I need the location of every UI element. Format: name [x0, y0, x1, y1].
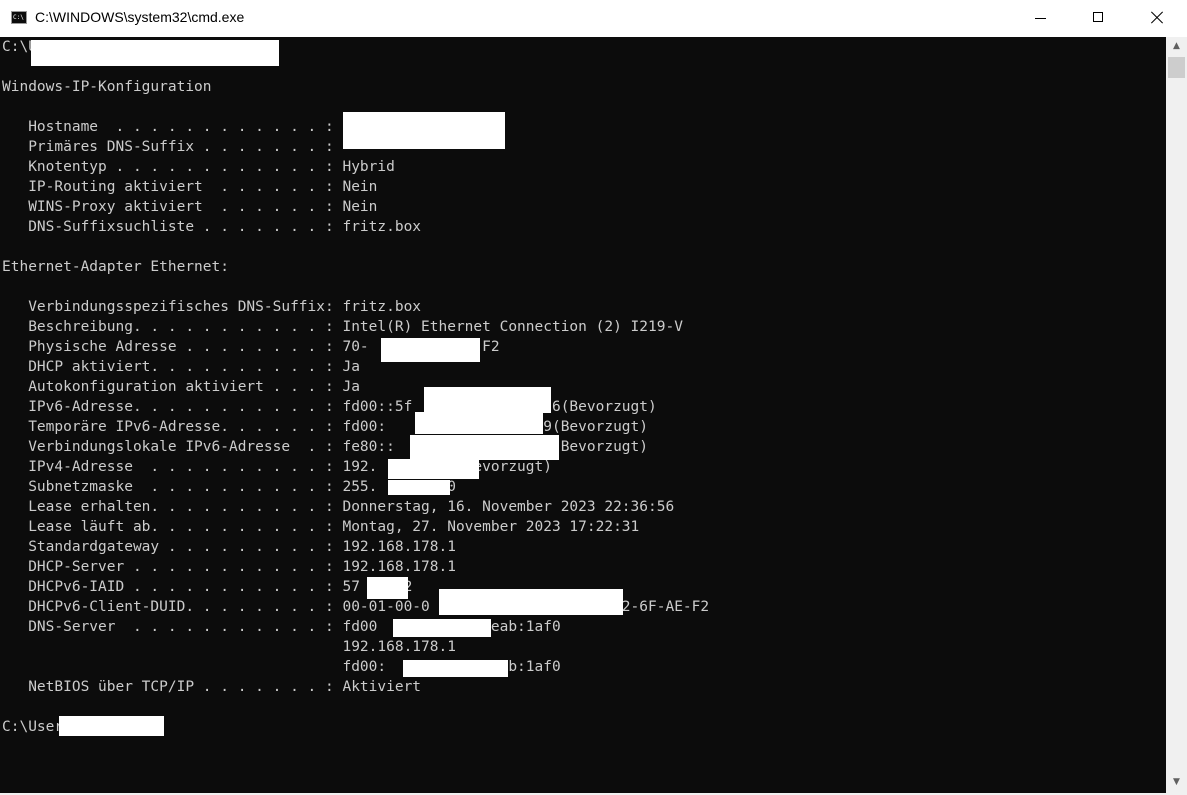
console-line: Hostname . . . . . . . . . . . . : [2, 119, 334, 135]
cmd-icon-glyph: C:\ [13, 14, 24, 21]
title-bar[interactable]: C:\ C:\WINDOWS\system32\cmd.exe [0, 0, 1187, 37]
maximize-icon [1093, 12, 1103, 22]
close-button[interactable] [1128, 0, 1186, 37]
redaction-box [403, 660, 508, 677]
console-output[interactable]: C:\U Windows-IP-Konfiguration Hostname .… [0, 37, 1166, 793]
cmd-app-icon[interactable]: C:\ [11, 11, 27, 24]
minimize-button[interactable] [1012, 0, 1070, 37]
redaction-box [31, 40, 279, 66]
console-line: Lease läuft ab. . . . . . . . . . : Mont… [2, 519, 640, 535]
redaction-box [415, 412, 543, 434]
console-line: C:\User [2, 719, 64, 735]
console-line: Lease erhalten. . . . . . . . . . : Donn… [2, 499, 675, 515]
console-line: Standardgateway . . . . . . . . . : 192.… [2, 539, 456, 555]
console-line: Verbindungsspezifisches DNS-Suffix: frit… [2, 299, 422, 315]
redaction-box [424, 387, 551, 413]
console-line: Beschreibung. . . . . . . . . . . : Inte… [2, 319, 683, 335]
console-line: Autokonfiguration aktiviert . . . : Ja [2, 379, 360, 395]
console-line: IPv6-Adresse. . . . . . . . . . . : fd00… [2, 399, 657, 415]
console-line: Temporäre IPv6-Adresse. . . . . . : fd00… [2, 419, 649, 435]
redaction-box [388, 480, 450, 495]
console-line: DHCPv6-IAID . . . . . . . . . . . : 57 2… [2, 579, 413, 595]
console-line: Windows-IP-Konfiguration [2, 79, 212, 95]
console-line: DHCP-Server . . . . . . . . . . . : 192.… [2, 559, 456, 575]
scrollbar-thumb[interactable] [1168, 57, 1185, 78]
minimize-icon [1035, 18, 1046, 19]
redaction-box [59, 716, 164, 736]
console-line: DNS-Suffixsuchliste . . . . . . . : frit… [2, 219, 422, 235]
cmd-window: C:\ C:\WINDOWS\system32\cmd.exe C:\U Win… [0, 0, 1187, 795]
redaction-box [410, 435, 559, 460]
redaction-box [381, 338, 480, 362]
redaction-box [367, 577, 408, 599]
vertical-scrollbar[interactable]: ▲ ▼ [1166, 37, 1187, 793]
scroll-up-icon[interactable]: ▲ [1166, 37, 1187, 55]
redaction-box [393, 619, 491, 637]
maximize-button[interactable] [1070, 0, 1128, 37]
redaction-box [343, 112, 505, 149]
console-line: Primäres DNS-Suffix . . . . . . . : [2, 139, 334, 155]
console-line: 192.168.178.1 [2, 639, 456, 655]
close-icon [1151, 12, 1163, 24]
console-line: DHCP aktiviert. . . . . . . . . . : Ja [2, 359, 360, 375]
console-line: WINS-Proxy aktiviert . . . . . . : Nein [2, 199, 378, 215]
console-line: Ethernet-Adapter Ethernet: [2, 259, 229, 275]
scroll-down-icon[interactable]: ▼ [1166, 773, 1187, 791]
console-line: IP-Routing aktiviert . . . . . . : Nein [2, 179, 378, 195]
console-line: NetBIOS über TCP/IP . . . . . . . : Akti… [2, 679, 422, 695]
redaction-box [388, 459, 479, 479]
redaction-box [439, 589, 623, 615]
window-title: C:\WINDOWS\system32\cmd.exe [35, 9, 245, 25]
console-line: Knotentyp . . . . . . . . . . . . : Hybr… [2, 159, 395, 175]
